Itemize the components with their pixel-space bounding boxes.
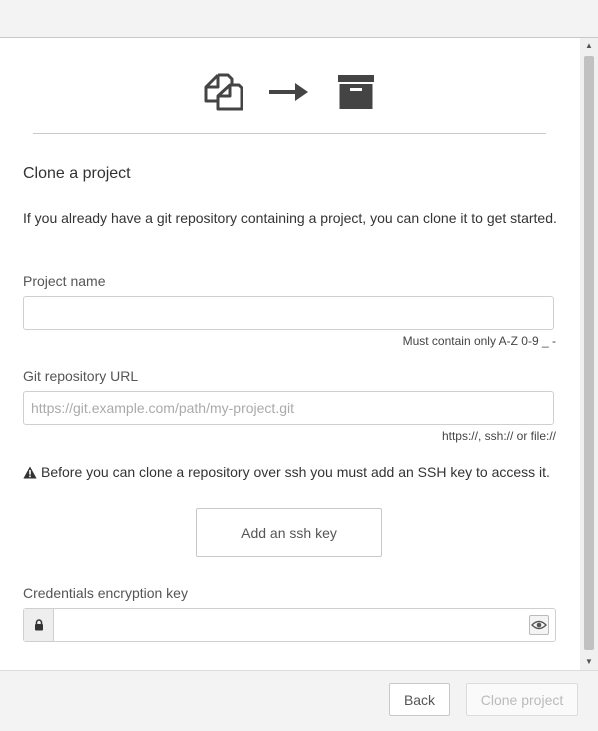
scroll-thumb[interactable] xyxy=(584,56,594,650)
project-name-label: Project name xyxy=(23,273,106,289)
hero-illustration xyxy=(0,72,580,114)
page-title: Clone a project xyxy=(23,165,131,182)
git-url-label: Git repository URL xyxy=(23,368,139,384)
clone-project-panel: Clone a project If you already have a gi… xyxy=(0,38,580,670)
hero-divider xyxy=(33,133,546,134)
show-password-eye-icon[interactable] xyxy=(529,615,549,635)
arrow-right-icon xyxy=(269,83,308,101)
project-name-input[interactable] xyxy=(23,296,554,330)
ssh-warning-text: Before you can clone a repository over s… xyxy=(41,464,550,480)
warning-icon xyxy=(23,466,37,478)
project-name-hint: Must contain only A-Z 0-9 _ - xyxy=(402,334,556,348)
add-ssh-key-button[interactable]: Add an ssh key xyxy=(196,508,382,557)
ssh-warning: Before you can clone a repository over s… xyxy=(23,464,550,480)
scroll-up-arrow-icon[interactable]: ▲ xyxy=(580,38,598,54)
lock-icon xyxy=(24,609,54,641)
back-button[interactable]: Back xyxy=(389,683,450,716)
git-url-hint: https://, ssh:// or file:// xyxy=(441,429,556,443)
archive-icon xyxy=(338,75,374,109)
git-url-input[interactable] xyxy=(23,391,554,425)
intro-text: If you already have a git repository con… xyxy=(23,210,557,226)
scroll-down-arrow-icon[interactable]: ▼ xyxy=(580,654,598,670)
credentials-label: Credentials encryption key xyxy=(23,585,188,601)
clone-project-button[interactable]: Clone project xyxy=(466,683,578,716)
credentials-field xyxy=(23,608,556,642)
vertical-scrollbar[interactable]: ▲ ▼ xyxy=(580,38,598,670)
top-bar xyxy=(0,0,598,38)
copy-icon xyxy=(204,73,243,111)
dialog-footer: Back Clone project xyxy=(0,670,598,731)
credentials-input[interactable] xyxy=(54,609,555,641)
